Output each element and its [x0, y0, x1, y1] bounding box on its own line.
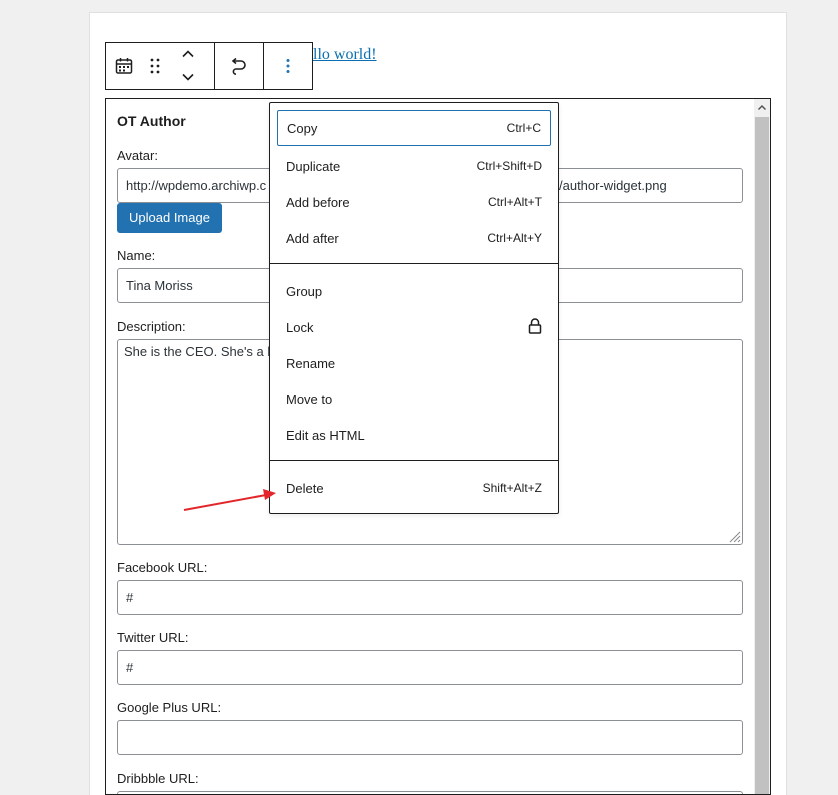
menu-item-delete[interactable]: Delete Shift+Alt+Z	[277, 470, 551, 506]
facebook-url-input[interactable]: #	[117, 580, 743, 615]
facebook-url-label: Facebook URL:	[117, 560, 208, 575]
widget-title: OT Author	[117, 113, 186, 129]
googleplus-url-label: Google Plus URL:	[117, 700, 222, 715]
menu-item-duplicate-shortcut: Ctrl+Shift+D	[476, 159, 542, 173]
mover-buttons	[168, 43, 208, 89]
menu-item-rename[interactable]: Rename	[277, 345, 551, 381]
menu-item-edit-as-html[interactable]: Edit as HTML	[277, 417, 551, 453]
block-options-menu: Copy Ctrl+C Duplicate Ctrl+Shift+D Add b…	[269, 102, 559, 514]
menu-item-add-after-label: Add after	[286, 230, 339, 246]
avatar-label: Avatar:	[117, 148, 158, 163]
block-type-button[interactable]	[106, 43, 142, 89]
lock-icon	[528, 317, 542, 337]
toolbar-group-options	[264, 43, 312, 89]
menu-item-move-to-label: Move to	[286, 391, 333, 407]
dribbble-url-input[interactable]	[117, 791, 743, 794]
move-up-icon[interactable]	[181, 45, 195, 63]
menu-item-copy-label: Copy	[287, 120, 318, 136]
menu-item-move-to[interactable]: Move to	[277, 381, 551, 417]
googleplus-url-input[interactable]	[117, 720, 743, 755]
twitter-url-input[interactable]: #	[117, 650, 743, 685]
menu-item-copy[interactable]: Copy Ctrl+C	[277, 110, 551, 146]
menu-item-lock[interactable]: Lock	[277, 309, 551, 345]
toolbar-group-transform	[215, 43, 264, 89]
description-text: She is the CEO. She's a l	[124, 344, 271, 359]
resize-grip-icon[interactable]	[727, 529, 741, 543]
calendar-icon	[115, 57, 133, 75]
menu-item-copy-shortcut: Ctrl+C	[506, 121, 541, 135]
upload-image-button[interactable]: Upload Image	[117, 203, 222, 233]
menu-item-delete-shortcut: Shift+Alt+Z	[482, 481, 542, 495]
avatar-url-text-right: /author-widget.png	[559, 178, 667, 193]
menu-item-add-before-shortcut: Ctrl+Alt+T	[487, 195, 542, 209]
name-label: Name:	[117, 248, 156, 263]
options-button[interactable]	[264, 43, 312, 89]
description-label: Description:	[117, 319, 186, 334]
menu-item-delete-label: Delete	[286, 480, 324, 496]
options-icon	[285, 57, 291, 75]
drag-handle-button[interactable]	[142, 43, 168, 89]
menu-item-edit-as-html-label: Edit as HTML	[286, 427, 365, 443]
post-title-link[interactable]: llo world!	[313, 46, 377, 64]
dribbble-url-label: Dribbble URL:	[117, 771, 199, 786]
menu-item-rename-label: Rename	[286, 355, 336, 371]
menu-divider	[270, 460, 558, 461]
scroll-thumb[interactable]	[755, 117, 769, 794]
menu-item-lock-label: Lock	[286, 319, 314, 335]
menu-item-group-label: Group	[286, 283, 323, 299]
move-down-icon[interactable]	[181, 69, 195, 87]
transform-icon	[229, 56, 249, 76]
twitter-url-label: Twitter URL:	[117, 630, 189, 645]
menu-item-duplicate[interactable]: Duplicate Ctrl+Shift+D	[277, 148, 551, 184]
frame-scrollbar[interactable]	[754, 99, 770, 794]
menu-item-add-after-shortcut: Ctrl+Alt+Y	[487, 231, 542, 245]
menu-item-add-after[interactable]: Add after Ctrl+Alt+Y	[277, 220, 551, 256]
scroll-up-icon[interactable]	[754, 99, 770, 115]
transform-button[interactable]	[215, 43, 263, 89]
block-toolbar	[105, 42, 313, 90]
menu-item-add-before-label: Add before	[286, 194, 350, 210]
avatar-url-text-left: http://wpdemo.archiwp.c	[126, 178, 267, 193]
menu-item-duplicate-label: Duplicate	[286, 158, 341, 174]
menu-item-group[interactable]: Group	[277, 273, 551, 309]
toolbar-group-block	[106, 43, 215, 89]
menu-item-add-before[interactable]: Add before Ctrl+Alt+T	[277, 184, 551, 220]
drag-handle-icon	[149, 57, 161, 75]
menu-divider	[270, 263, 558, 264]
